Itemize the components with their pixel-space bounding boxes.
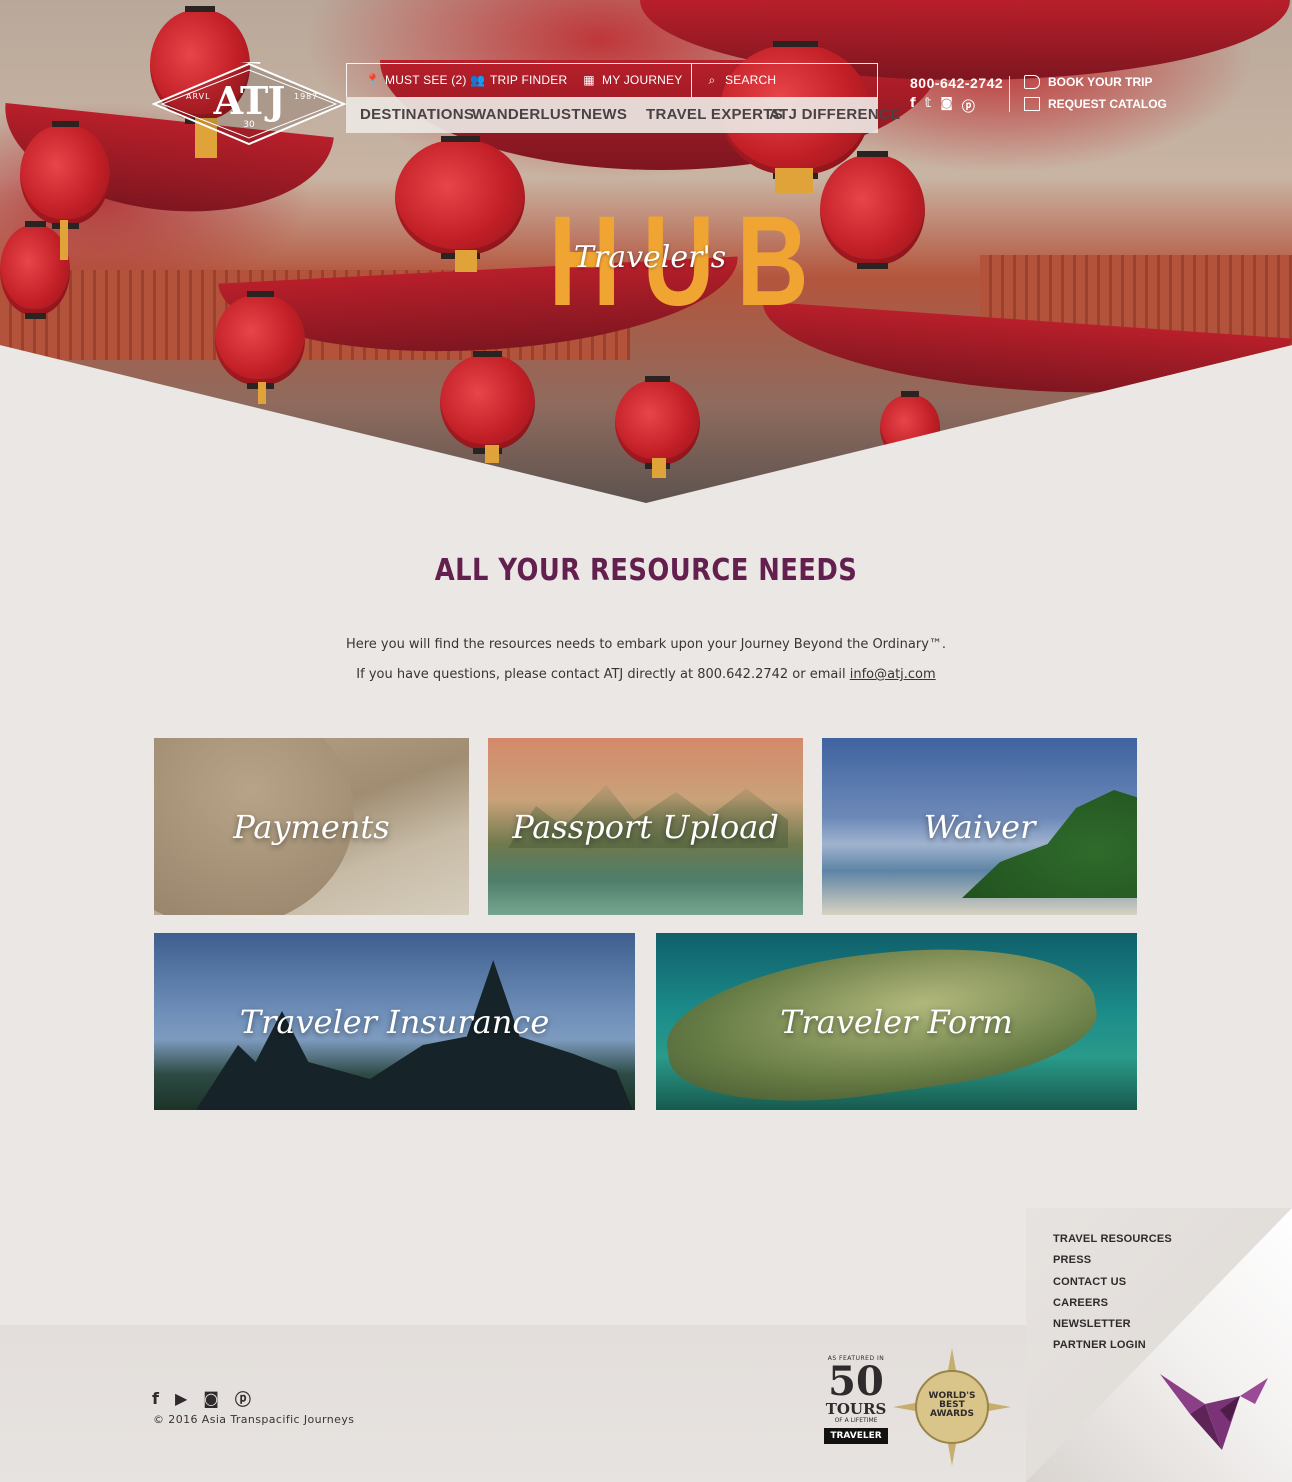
header-nav: 📍 MUST SEE (2) 👥 TRIP FINDER ▦ MY JOURNE…	[346, 63, 900, 133]
atj-logo[interactable]: ATJ ARVL 1987 30	[152, 62, 346, 146]
intro-line-2: If you have questions, please contact AT…	[0, 667, 1292, 682]
worlds-best-award: WORLD'S BEST AWARDS	[893, 1348, 1011, 1466]
page-heading: ALL YOUR RESOURCE NEEDS	[434, 553, 858, 588]
intro-line-1: Here you will find the resources needs t…	[345, 637, 947, 652]
tile-waiver[interactable]: Waiver	[822, 738, 1137, 915]
tile-label: Traveler Insurance	[239, 1002, 550, 1041]
instagram-icon[interactable]: ◙	[203, 1389, 219, 1408]
must-see-label: MUST SEE (2)	[385, 73, 467, 87]
nav-destinations[interactable]: DESTINATIONS	[360, 106, 474, 123]
pinterest-icon[interactable]: ⓟ	[235, 1386, 251, 1410]
lantern	[395, 136, 525, 259]
award-text: WORLD'S BEST AWARDS	[893, 1392, 1011, 1419]
footer-link-newsletter[interactable]: NEWSLETTER	[1053, 1317, 1172, 1338]
hub-title: HUB Traveler's	[520, 196, 809, 328]
lantern-tassel	[455, 250, 477, 272]
nav-travel-experts[interactable]: TRAVEL EXPERTS	[646, 106, 783, 123]
tile-passport-upload[interactable]: Passport Upload	[488, 738, 803, 915]
footer-link-contact-us[interactable]: CONTACT US	[1053, 1275, 1172, 1296]
footer-link-travel-resources[interactable]: TRAVEL RESOURCES	[1053, 1232, 1172, 1253]
email-link[interactable]: info@atj.com	[850, 667, 936, 682]
request-catalog-link[interactable]: REQUEST CATALOG	[1024, 97, 1167, 111]
tile-traveler-insurance[interactable]: Traveler Insurance	[154, 933, 635, 1110]
lantern	[440, 351, 535, 454]
tile-label: Passport Upload	[512, 807, 779, 846]
main-nav: DESTINATIONS WANDERLUST NEWS TRAVEL EXPE…	[346, 97, 900, 133]
map-icon: ▦	[583, 73, 595, 87]
trip-finder-label: TRIP FINDER	[490, 73, 568, 87]
footer-link-partner-login[interactable]: PARTNER LOGIN	[1053, 1338, 1172, 1359]
lantern	[820, 151, 925, 269]
award-number: 50	[828, 1358, 884, 1405]
phone-number[interactable]: 800-642-2742	[910, 75, 1003, 91]
pin-icon: 📍	[365, 73, 381, 87]
award-badge: TRAVELER	[824, 1428, 888, 1444]
lantern-tassel	[60, 220, 68, 260]
lantern-tassel	[485, 445, 499, 463]
tile-traveler-form[interactable]: Traveler Form	[656, 933, 1137, 1110]
facebook-icon[interactable]: f	[152, 1389, 159, 1408]
search-icon: ⌕	[708, 73, 716, 87]
award-lifetime: OF A LIFETIME	[834, 1417, 878, 1424]
copyright: © 2016 Asia Transpacific Journeys	[153, 1413, 355, 1426]
facebook-icon[interactable]: f	[910, 96, 916, 115]
lantern	[20, 121, 110, 229]
divider	[691, 64, 692, 98]
my-journey-label: MY JOURNEY	[602, 73, 683, 87]
trip-finder-link[interactable]: 👥 TRIP FINDER	[470, 73, 567, 87]
footer-links: TRAVEL RESOURCES PRESS CONTACT US CAREER…	[1053, 1232, 1172, 1360]
tile-label: Waiver	[923, 807, 1036, 846]
lantern-tassel	[258, 382, 266, 404]
intro-line-2-text: If you have questions, please contact AT…	[356, 667, 850, 682]
award-tours: TOURS	[825, 1400, 887, 1418]
award-line-3: AWARDS	[930, 1409, 974, 1419]
search-button[interactable]: ⌕ SEARCH	[705, 73, 776, 87]
book-trip-link[interactable]: BOOK YOUR TRIP	[1024, 75, 1152, 89]
book-trip-label: BOOK YOUR TRIP	[1048, 75, 1153, 89]
tile-label: Traveler Form	[780, 1002, 1013, 1041]
book-icon	[1024, 97, 1040, 111]
logo-badge: 30	[243, 120, 255, 130]
divider	[1009, 76, 1010, 112]
pinterest-icon[interactable]: ⓟ	[962, 96, 975, 115]
lantern	[880, 391, 940, 464]
search-label: SEARCH	[725, 73, 777, 87]
lantern-tassel	[652, 458, 666, 478]
lantern	[615, 376, 700, 469]
footer-link-careers[interactable]: CAREERS	[1053, 1296, 1172, 1317]
footer-link-press[interactable]: PRESS	[1053, 1253, 1172, 1274]
hub-script-text: Traveler's	[573, 240, 727, 275]
people-icon: 👥	[470, 73, 486, 87]
tag-icon	[1024, 75, 1040, 89]
logo-left-text: ARVL	[186, 92, 211, 101]
lantern	[215, 291, 305, 389]
instagram-icon[interactable]: ◙	[940, 96, 953, 115]
request-catalog-label: REQUEST CATALOG	[1048, 97, 1167, 111]
twitter-icon[interactable]: 𝕥	[925, 96, 932, 115]
logo-right-text: 1987	[294, 92, 319, 101]
origami-crane-icon	[1160, 1374, 1268, 1450]
tile-label: Payments	[233, 807, 390, 846]
nav-atj-difference[interactable]: ATJ DIFFERENCE	[769, 106, 900, 123]
header-socials: f 𝕥 ◙ ⓟ	[910, 96, 975, 115]
my-journey-link[interactable]: ▦ MY JOURNEY	[582, 73, 682, 87]
footer-socials: f ▶ ◙ ⓟ	[152, 1386, 251, 1410]
nav-wanderlust[interactable]: WANDERLUST	[472, 106, 581, 123]
nav-news[interactable]: NEWS	[581, 106, 627, 123]
award-50-tours: AS FEATURED IN 50 TOURS OF A LIFETIME TR…	[824, 1355, 888, 1459]
tile-payments[interactable]: Payments	[154, 738, 469, 915]
utility-nav: 📍 MUST SEE (2) 👥 TRIP FINDER ▦ MY JOURNE…	[346, 63, 878, 98]
youtube-icon[interactable]: ▶	[175, 1389, 187, 1408]
must-see-link[interactable]: 📍 MUST SEE (2)	[365, 73, 467, 87]
